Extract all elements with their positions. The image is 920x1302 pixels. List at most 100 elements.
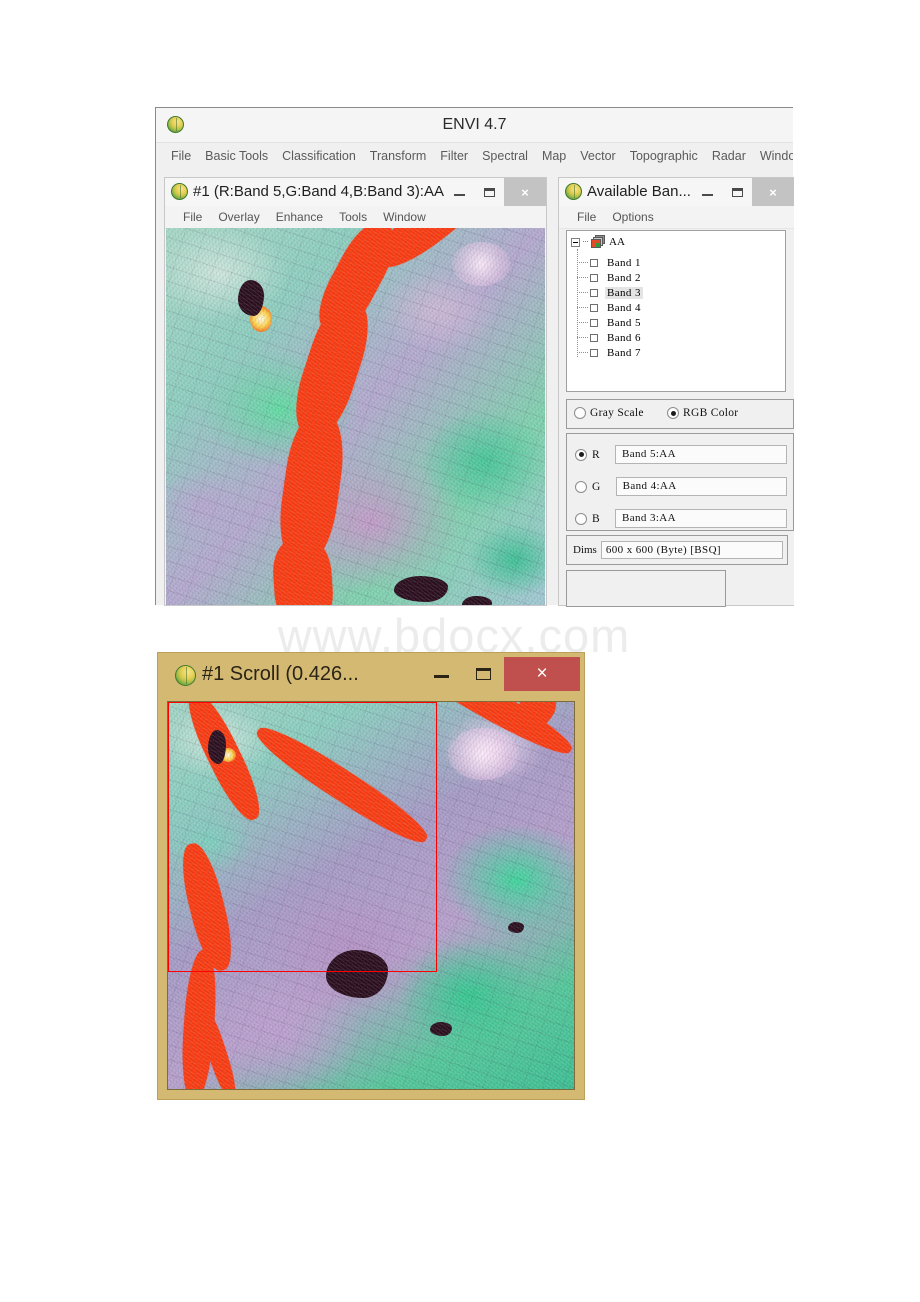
image-menu-overlay[interactable]: Overlay: [210, 210, 267, 224]
gray-scale-radio[interactable]: [574, 407, 586, 419]
envi-globe-icon: [171, 183, 188, 200]
menu-item-spectral[interactable]: Spectral: [475, 149, 535, 163]
band-item-2[interactable]: Band 2: [577, 270, 643, 285]
maximize-button[interactable]: [462, 657, 504, 691]
band-checkbox[interactable]: [590, 303, 598, 312]
false-color-satellite-image[interactable]: [166, 228, 545, 605]
tree-root-node[interactable]: AA: [571, 235, 625, 249]
rgb-color-radio[interactable]: [667, 407, 679, 419]
band-checkbox[interactable]: [590, 318, 598, 327]
rgb-row-red[interactable]: R Band 5:AA: [575, 445, 787, 464]
dims-row: Dims 600 x 600 (Byte) [BSQ]: [573, 541, 783, 559]
close-button[interactable]: ×: [504, 178, 546, 206]
band-checkbox[interactable]: [590, 273, 598, 282]
band-item-1[interactable]: Band 1: [577, 255, 643, 270]
menu-item-filter[interactable]: Filter: [433, 149, 475, 163]
menu-item-file[interactable]: File: [164, 149, 198, 163]
band-checkbox[interactable]: [590, 288, 598, 297]
band-item-6[interactable]: Band 6: [577, 330, 643, 345]
rgb-color-option[interactable]: RGB Color: [667, 407, 738, 419]
band-item-3[interactable]: Band 3: [577, 285, 643, 300]
scroll-window-title-bar: #1 Scroll (0.426... ×: [158, 653, 584, 695]
bands-window-title-bar: Available Ban... ×: [559, 178, 794, 206]
menu-item-window[interactable]: Window: [753, 149, 793, 163]
red-band-field[interactable]: Band 5:AA: [614, 445, 787, 464]
band-label: Band 5: [607, 316, 641, 329]
band-label: Band 1: [607, 256, 641, 269]
maximize-button[interactable]: [722, 178, 752, 206]
minimize-button[interactable]: [692, 178, 722, 206]
maximize-button[interactable]: [474, 178, 504, 206]
band-label: Band 2: [607, 271, 641, 284]
false-color-satellite-overview[interactable]: [167, 701, 575, 1090]
envi-title-bar: ENVI 4.7: [156, 108, 793, 143]
close-button[interactable]: ×: [752, 178, 794, 206]
envi-globe-icon: [175, 665, 196, 686]
tree-connector: [577, 276, 588, 279]
tree-connector: [583, 241, 588, 243]
rgb-color-label: RGB Color: [683, 407, 739, 419]
tree-connector: [577, 321, 588, 324]
dims-value-field[interactable]: 600 x 600 (Byte) [BSQ]: [600, 541, 783, 559]
image-window-menu-bar[interactable]: File Overlay Enhance Tools Window: [165, 206, 546, 229]
band-item-7[interactable]: Band 7: [577, 345, 643, 360]
scroll-window-controls: ×: [420, 657, 580, 691]
bands-window-controls: ×: [692, 178, 794, 206]
minimize-button[interactable]: [444, 178, 474, 206]
band-checkbox[interactable]: [590, 348, 598, 357]
scroll-overview-window: #1 Scroll (0.426... ×: [157, 652, 585, 1100]
menu-item-basic-tools[interactable]: Basic Tools: [198, 149, 275, 163]
band-checkbox[interactable]: [590, 258, 598, 267]
close-button[interactable]: ×: [504, 657, 580, 691]
rgb-channel-group: R Band 5:AA G Band 4:AA B Band 3:AA: [566, 433, 794, 531]
image-menu-tools[interactable]: Tools: [331, 210, 375, 224]
image-window-title: #1 (R:Band 5,G:Band 4,B:Band 3):AA: [193, 183, 444, 200]
available-bands-list-window: Available Ban... × File Options AA Band …: [558, 177, 794, 607]
envi-menu-bar[interactable]: File Basic Tools Classification Transfor…: [156, 143, 793, 170]
bands-window-menu-bar[interactable]: File Options: [559, 206, 794, 229]
image-menu-enhance[interactable]: Enhance: [268, 210, 331, 224]
envi-globe-icon: [565, 183, 582, 200]
image-texture: [166, 228, 545, 605]
band-item-5[interactable]: Band 5: [577, 315, 643, 330]
blue-channel-label: B: [592, 512, 600, 525]
green-band-field[interactable]: Band 4:AA: [615, 477, 787, 496]
color-mode-group: Gray Scale RGB Color: [566, 399, 794, 429]
app-title: ENVI 4.7: [442, 116, 507, 133]
bands-menu-options[interactable]: Options: [604, 210, 661, 224]
menu-item-radar[interactable]: Radar: [705, 149, 753, 163]
bands-bottom-group: [566, 570, 726, 607]
red-channel-radio[interactable]: [575, 448, 587, 461]
rgb-row-blue[interactable]: B Band 3:AA: [575, 509, 787, 528]
blue-band-field[interactable]: Band 3:AA: [614, 509, 787, 528]
collapse-icon[interactable]: [571, 237, 580, 247]
minimize-button[interactable]: [420, 657, 462, 691]
tree-connector: [577, 306, 588, 309]
tree-connector: [577, 336, 588, 339]
menu-item-transform[interactable]: Transform: [363, 149, 434, 163]
band-item-4[interactable]: Band 4: [577, 300, 643, 315]
bands-menu-file[interactable]: File: [569, 210, 604, 224]
envi-main-window: ENVI 4.7 File Basic Tools Classification…: [155, 107, 794, 607]
green-channel-radio[interactable]: [575, 480, 587, 493]
image-menu-window[interactable]: Window: [375, 210, 434, 224]
tree-root-label: AA: [609, 236, 625, 248]
gray-scale-option[interactable]: Gray Scale: [574, 407, 644, 419]
rgb-row-green[interactable]: G Band 4:AA: [575, 477, 787, 496]
bands-tree[interactable]: AA Band 1 Band 2 Band 3 Band 4 Band 5 Ba…: [566, 230, 786, 392]
image-menu-file[interactable]: File: [175, 210, 210, 224]
scroll-window-title: #1 Scroll (0.426...: [202, 663, 359, 685]
band-checkbox[interactable]: [590, 333, 598, 342]
menu-item-vector[interactable]: Vector: [573, 149, 622, 163]
green-channel-label: G: [592, 480, 601, 493]
tree-connector: [577, 351, 588, 354]
envi-workspace: #1 (R:Band 5,G:Band 4,B:Band 3):AA × Fil…: [156, 169, 794, 607]
menu-item-topographic[interactable]: Topographic: [623, 149, 705, 163]
blue-channel-radio[interactable]: [575, 512, 587, 525]
tree-connector: [577, 261, 588, 264]
dims-label: Dims: [573, 544, 597, 556]
bands-window-title: Available Ban...: [587, 183, 691, 200]
menu-item-map[interactable]: Map: [535, 149, 573, 163]
image-window-title-bar: #1 (R:Band 5,G:Band 4,B:Band 3):AA ×: [165, 178, 546, 206]
menu-item-classification[interactable]: Classification: [275, 149, 363, 163]
